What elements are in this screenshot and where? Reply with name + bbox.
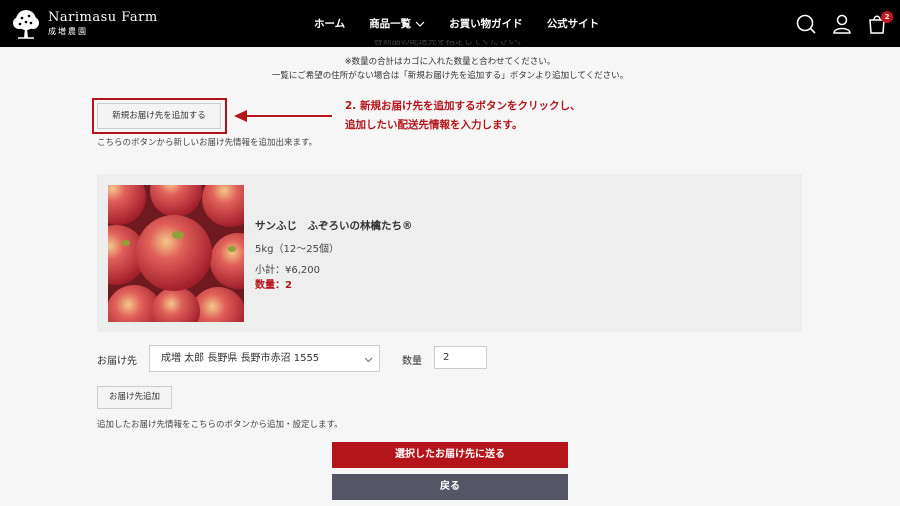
delivery-address-value: 成増 太郎 長野県 長野市赤沼 1555 xyxy=(161,353,320,364)
cart-count-badge: 2 xyxy=(881,11,893,23)
delivery-address-select[interactable]: 成増 太郎 長野県 長野市赤沼 1555 xyxy=(149,345,380,372)
product-quantity: 数量：2 xyxy=(255,280,292,291)
nav-home[interactable]: ホーム xyxy=(314,16,345,31)
back-button[interactable]: 戻る xyxy=(332,474,568,500)
annotation-line-1: 2. 新規お届け先を追加するボタンをクリックし、 xyxy=(345,100,581,112)
quantity-note: ※数量の合計はカゴに入れた数量と合わせてください。 xyxy=(344,57,556,67)
annotation-line-2: 追加したい配送先情報を入力します。 xyxy=(345,119,523,131)
highlight-box xyxy=(92,98,227,134)
send-to-selected-button[interactable]: 選択したお届け先に送る xyxy=(332,442,568,468)
search-icon[interactable] xyxy=(795,13,817,35)
nav-products-label: 商品一覧 xyxy=(369,18,412,30)
logo-subtitle: 成増農園 xyxy=(48,27,88,36)
quantity-input[interactable]: 2 xyxy=(434,346,487,369)
instruction-heading: 各商品の配送先を指定してください。 xyxy=(373,40,527,47)
add-delivery-button[interactable]: お届け先追加 xyxy=(97,386,172,409)
user-icon[interactable] xyxy=(831,13,853,35)
apple-product-image xyxy=(108,185,244,322)
nav-guide-label: お買い物ガイド xyxy=(449,18,523,30)
nav-home-label: ホーム xyxy=(314,18,346,30)
product-name: サンふじ ふぞろいの林檎たち® xyxy=(255,220,413,232)
nav-guide[interactable]: お買い物ガイド xyxy=(449,16,523,31)
nav-official-site[interactable]: 公式サイト xyxy=(547,16,600,31)
tree-logo-icon xyxy=(13,10,39,39)
product-subtotal: 小計：¥6,200 xyxy=(255,265,320,276)
quantity-label: 数量 xyxy=(402,356,422,367)
nav-products[interactable]: 商品一覧 xyxy=(369,16,425,31)
annotation-text: 2. 新規お届け先を追加するボタンをクリックし、 追加したい配送先情報を入力しま… xyxy=(345,97,580,135)
logo[interactable]: Narimasu Farm 成増農園 xyxy=(10,8,158,40)
nav-official-site-label: 公式サイト xyxy=(546,18,600,30)
product-spec: 5kg（12〜25個） xyxy=(255,244,339,255)
chevron-down-icon xyxy=(364,357,373,363)
address-note: 一覧にご希望の住所がない場合は「新規お届け先を追加する」ボタンより追加してくださ… xyxy=(271,71,629,81)
add-delivery-helper: 追加したお届け先情報をこちらのボタンから追加・設定します。 xyxy=(97,420,343,430)
delivery-label: お届け先 xyxy=(97,356,137,367)
new-address-helper: こちらのボタンから新しいお届け先情報を追加出来ます。 xyxy=(97,138,318,148)
arrow-left-icon xyxy=(234,110,332,122)
chevron-down-icon xyxy=(415,21,425,27)
logo-title: Narimasu Farm xyxy=(48,10,158,25)
